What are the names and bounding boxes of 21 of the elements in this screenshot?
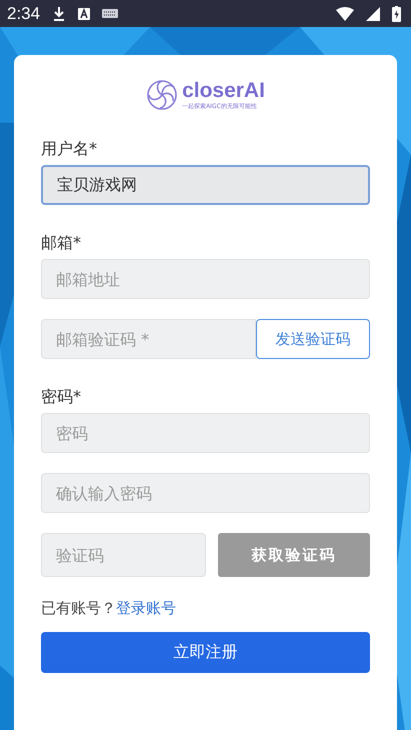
keyboard-icon xyxy=(102,9,118,18)
login-link[interactable]: 登录账号 xyxy=(116,599,176,617)
status-time: 2:34 xyxy=(7,4,40,24)
download-icon xyxy=(52,6,66,22)
input-field[interactable]: 密码 xyxy=(41,413,370,453)
register-button[interactable]: 立即注册 xyxy=(41,632,370,673)
input-field[interactable]: 邮箱地址 xyxy=(41,259,370,299)
signal-icon xyxy=(366,6,380,20)
text-icon xyxy=(78,8,90,20)
input-field[interactable]: 邮箱验证码 * xyxy=(41,319,256,359)
swirl-logo-icon xyxy=(146,79,178,111)
send-code-button[interactable]: 发送验证码 xyxy=(256,319,370,359)
logo-wordmark: closerAI xyxy=(182,80,265,102)
login-prompt: 已有账号？ xyxy=(41,599,116,617)
wifi-icon xyxy=(336,6,354,20)
input-field[interactable]: 确认输入密码 xyxy=(41,473,370,513)
field-label: 用户名* xyxy=(41,139,98,159)
input-field[interactable]: 宝贝游戏网 xyxy=(41,165,370,205)
field-label: 密码* xyxy=(41,387,82,407)
battery-icon xyxy=(392,6,401,22)
field-label: 邮箱* xyxy=(41,233,82,253)
